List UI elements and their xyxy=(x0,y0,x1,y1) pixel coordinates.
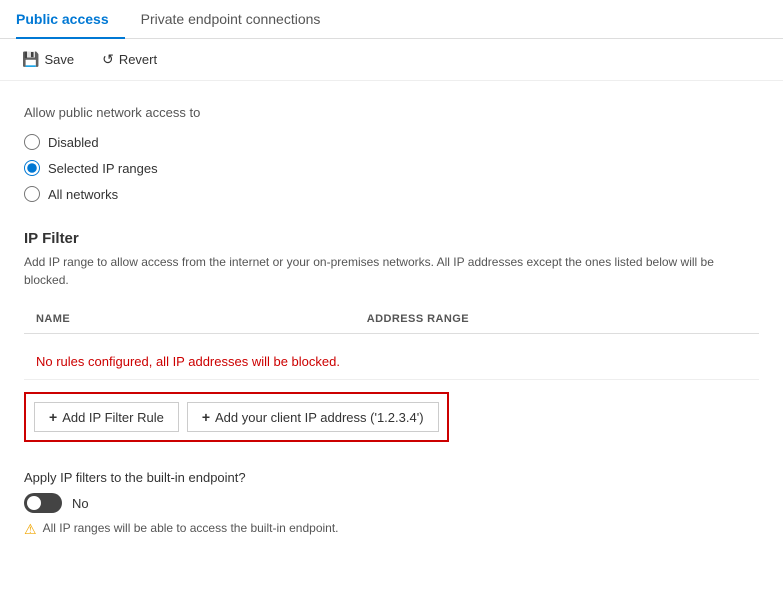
toolbar: 💾 Save ↺ Revert xyxy=(0,39,783,81)
access-radio-group: Disabled Selected IP ranges All networks xyxy=(24,134,759,202)
radio-selected-ip-input[interactable] xyxy=(24,160,40,176)
add-client-label: Add your client IP address ('1.2.3.4') xyxy=(215,410,424,425)
warning-row: ⚠ All IP ranges will be able to access t… xyxy=(24,521,759,538)
add-rule-plus-icon: + xyxy=(49,409,57,425)
toggle-label: No xyxy=(72,496,89,511)
warning-text: All IP ranges will be able to access the… xyxy=(43,521,339,535)
access-label: Allow public network access to xyxy=(24,105,759,120)
col-address-range: ADDRESS RANGE xyxy=(355,305,759,334)
save-button[interactable]: 💾 Save xyxy=(16,47,80,72)
ip-filter-section: IP Filter Add IP range to allow access f… xyxy=(24,230,759,466)
apply-section: Apply IP filters to the built-in endpoin… xyxy=(24,470,759,538)
add-client-ip-button[interactable]: + Add your client IP address ('1.2.3.4') xyxy=(187,402,439,432)
revert-label: Revert xyxy=(119,52,157,67)
radio-all-networks-input[interactable] xyxy=(24,186,40,202)
tab-public-access[interactable]: Public access xyxy=(16,1,125,39)
built-in-endpoint-toggle[interactable] xyxy=(24,493,62,513)
ip-filter-table: NAME ADDRESS RANGE xyxy=(24,305,759,334)
ip-filter-title: IP Filter xyxy=(24,230,759,247)
no-rules-message: No rules configured, all IP addresses wi… xyxy=(24,344,759,380)
toggle-row: No xyxy=(24,493,759,513)
tab-private-endpoint[interactable]: Private endpoint connections xyxy=(141,1,337,39)
radio-all-networks-label: All networks xyxy=(48,187,118,202)
radio-selected-ip-label: Selected IP ranges xyxy=(48,161,158,176)
col-name: NAME xyxy=(24,305,355,334)
button-area: + Add IP Filter Rule + Add your client I… xyxy=(24,392,449,442)
apply-label: Apply IP filters to the built-in endpoin… xyxy=(24,470,759,485)
ip-filter-description: Add IP range to allow access from the in… xyxy=(24,253,759,289)
revert-button[interactable]: ↺ Revert xyxy=(96,47,163,72)
radio-disabled-label: Disabled xyxy=(48,135,99,150)
tabs-bar: Public access Private endpoint connectio… xyxy=(0,0,783,39)
radio-disabled-input[interactable] xyxy=(24,134,40,150)
main-content: Allow public network access to Disabled … xyxy=(0,81,783,562)
add-client-plus-icon: + xyxy=(202,409,210,425)
radio-selected-ip[interactable]: Selected IP ranges xyxy=(24,160,759,176)
revert-icon: ↺ xyxy=(102,51,114,68)
table-header-row: NAME ADDRESS RANGE xyxy=(24,305,759,334)
toggle-slider xyxy=(24,493,62,513)
save-icon: 💾 xyxy=(22,51,39,68)
save-label: Save xyxy=(44,52,74,67)
radio-all-networks[interactable]: All networks xyxy=(24,186,759,202)
warning-icon: ⚠ xyxy=(24,521,37,538)
add-rule-label: Add IP Filter Rule xyxy=(62,410,164,425)
add-ip-filter-rule-button[interactable]: + Add IP Filter Rule xyxy=(34,402,179,432)
radio-disabled[interactable]: Disabled xyxy=(24,134,759,150)
